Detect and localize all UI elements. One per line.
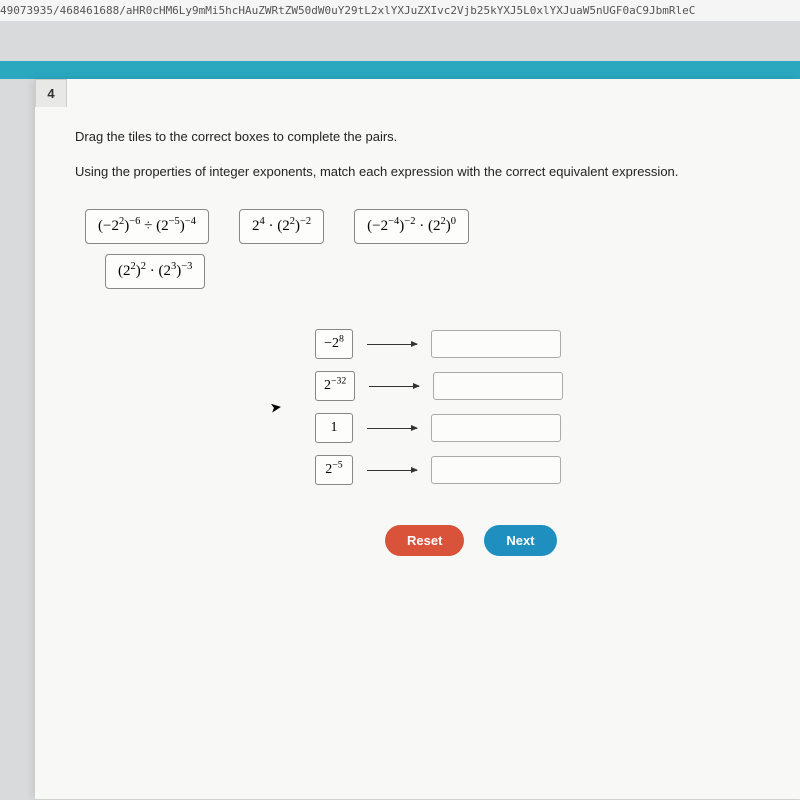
header-bar — [0, 61, 800, 79]
tiles-row-1: (−22)−6 ÷ (2−5)−4 24 · (22)−2 (−2−4)−2 ·… — [85, 209, 760, 244]
match-row-3: 1 — [315, 413, 760, 443]
subinstruction-text: Using the properties of integer exponent… — [75, 164, 760, 179]
matching-area: −28 2−32 1 2−5 — [315, 329, 760, 485]
tiles-row-2: (22)2 · (23)−3 — [105, 254, 760, 289]
tile-expression-1[interactable]: (−22)−6 ÷ (2−5)−4 — [85, 209, 209, 244]
tile-expression-2[interactable]: 24 · (22)−2 — [239, 209, 324, 244]
tile-expression-3[interactable]: (−2−4)−2 · (22)0 — [354, 209, 469, 244]
answer-box-4: 2−5 — [315, 455, 353, 485]
arrow-icon — [369, 386, 419, 387]
answer-box-2: 2−32 — [315, 371, 355, 401]
match-row-1: −28 — [315, 329, 760, 359]
arrow-icon — [367, 428, 417, 429]
reset-button[interactable]: Reset — [385, 525, 464, 556]
match-row-4: 2−5 — [315, 455, 760, 485]
arrow-icon — [367, 344, 417, 345]
instruction-text: Drag the tiles to the correct boxes to c… — [75, 129, 760, 144]
tile-expression-4[interactable]: (22)2 · (23)−3 — [105, 254, 205, 289]
content-area: 4 Drag the tiles to the correct boxes to… — [35, 79, 800, 799]
url-bar: 49073935/468461688/aHR0cHM6Ly9mMi5hcHAuZ… — [0, 0, 800, 21]
answer-box-3: 1 — [315, 413, 353, 443]
next-button[interactable]: Next — [484, 525, 556, 556]
drop-target-1[interactable] — [431, 330, 561, 358]
drop-target-4[interactable] — [431, 456, 561, 484]
match-row-2: 2−32 — [315, 371, 760, 401]
question-number-tab[interactable]: 4 — [35, 79, 67, 107]
drop-target-2[interactable] — [433, 372, 563, 400]
button-row: Reset Next — [385, 525, 760, 556]
cursor-icon: ➤ — [269, 398, 283, 416]
arrow-icon — [367, 470, 417, 471]
answer-box-1: −28 — [315, 329, 353, 359]
drop-target-3[interactable] — [431, 414, 561, 442]
spacer — [0, 21, 800, 61]
